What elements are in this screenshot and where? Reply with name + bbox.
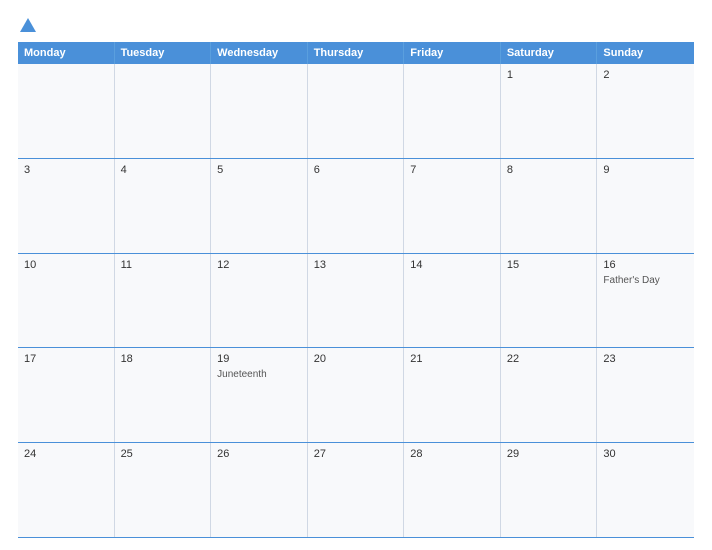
- calendar-cell: 4: [115, 159, 212, 253]
- day-number: 15: [507, 259, 591, 271]
- calendar-cell: [18, 64, 115, 158]
- calendar-week-2: 3 45 67 89: [18, 159, 694, 254]
- calendar-cell: 27: [308, 443, 405, 537]
- calendar: MondayTuesdayWednesdayThursdayFridaySatu…: [18, 42, 694, 538]
- calendar-cell: 7: [404, 159, 501, 253]
- calendar-cell: 2: [597, 64, 694, 158]
- calendar-body: 12345678910111213141516Father's Day17181…: [18, 64, 694, 538]
- calendar-cell: [308, 64, 405, 158]
- calendar-cell: 28: [404, 443, 501, 537]
- day-number: 16: [603, 259, 688, 271]
- calendar-cell: 3: [18, 159, 115, 253]
- day-number: 10: [24, 259, 108, 271]
- header-day-saturday: Saturday: [501, 42, 598, 64]
- calendar-cell: 30: [597, 443, 694, 537]
- calendar-cell: 6: [308, 159, 405, 253]
- day-number: 26: [217, 448, 301, 460]
- day-number: 21: [410, 353, 494, 365]
- calendar-cell: 14: [404, 254, 501, 348]
- calendar-cell: [115, 64, 212, 158]
- calendar-week-1: 12: [18, 64, 694, 159]
- day-event: Juneteenth: [217, 368, 301, 381]
- day-number: 23: [603, 353, 688, 365]
- calendar-cell: 13: [308, 254, 405, 348]
- calendar-cell: 12: [211, 254, 308, 348]
- header-day-sunday: Sunday: [597, 42, 694, 64]
- calendar-cell: 16 Father's Day: [597, 254, 694, 348]
- page: MondayTuesdayWednesdayThursdayFridaySatu…: [0, 0, 712, 550]
- header: [18, 18, 694, 32]
- calendar-week-3: 10 11 12 13 14 15 16 Father's Day: [18, 254, 694, 349]
- calendar-cell: 1: [501, 64, 598, 158]
- day-number: 22: [507, 353, 591, 365]
- calendar-header: MondayTuesdayWednesdayThursdayFridaySatu…: [18, 42, 694, 64]
- calendar-cell: 8: [501, 159, 598, 253]
- calendar-cell: [211, 64, 308, 158]
- calendar-cell: 11: [115, 254, 212, 348]
- logo-triangle-icon: [20, 18, 36, 32]
- calendar-week-4: 17 18 19 Juneteenth 20 21 22 23: [18, 348, 694, 443]
- header-day-friday: Friday: [404, 42, 501, 64]
- header-day-monday: Monday: [18, 42, 115, 64]
- calendar-cell: 25: [115, 443, 212, 537]
- day-event: Father's Day: [603, 274, 688, 287]
- day-number: 19: [217, 353, 301, 365]
- calendar-cell: 26: [211, 443, 308, 537]
- logo: [18, 18, 38, 32]
- day-number: 28: [410, 448, 494, 460]
- day-number: 5: [217, 164, 301, 176]
- calendar-cell: 20: [308, 348, 405, 442]
- day-number: 29: [507, 448, 591, 460]
- calendar-cell: 9: [597, 159, 694, 253]
- calendar-cell: 23: [597, 348, 694, 442]
- day-number: 2: [603, 69, 688, 81]
- day-number: 24: [24, 448, 108, 460]
- calendar-cell: 24: [18, 443, 115, 537]
- day-number: 14: [410, 259, 494, 271]
- calendar-cell: 17: [18, 348, 115, 442]
- day-number: 20: [314, 353, 398, 365]
- day-number: 17: [24, 353, 108, 365]
- day-number: 9: [603, 164, 688, 176]
- day-number: 6: [314, 164, 398, 176]
- day-number: 25: [121, 448, 205, 460]
- day-number: 7: [410, 164, 494, 176]
- calendar-cell: 22: [501, 348, 598, 442]
- calendar-cell: 15: [501, 254, 598, 348]
- day-number: 30: [603, 448, 688, 460]
- header-day-wednesday: Wednesday: [211, 42, 308, 64]
- calendar-cell: [404, 64, 501, 158]
- day-number: 27: [314, 448, 398, 460]
- day-number: 12: [217, 259, 301, 271]
- calendar-week-5: 24 25 26 27 28 29 30: [18, 443, 694, 538]
- calendar-cell: 19 Juneteenth: [211, 348, 308, 442]
- day-number: 3: [24, 164, 108, 176]
- day-number: 18: [121, 353, 205, 365]
- calendar-cell: 29: [501, 443, 598, 537]
- calendar-cell: 21: [404, 348, 501, 442]
- header-day-tuesday: Tuesday: [115, 42, 212, 64]
- calendar-cell: 18: [115, 348, 212, 442]
- day-number: 8: [507, 164, 591, 176]
- day-number: 13: [314, 259, 398, 271]
- day-number: 4: [121, 164, 205, 176]
- day-number: 11: [121, 259, 205, 271]
- calendar-cell: 10: [18, 254, 115, 348]
- calendar-cell: 5: [211, 159, 308, 253]
- header-day-thursday: Thursday: [308, 42, 405, 64]
- day-number: 1: [507, 69, 591, 81]
